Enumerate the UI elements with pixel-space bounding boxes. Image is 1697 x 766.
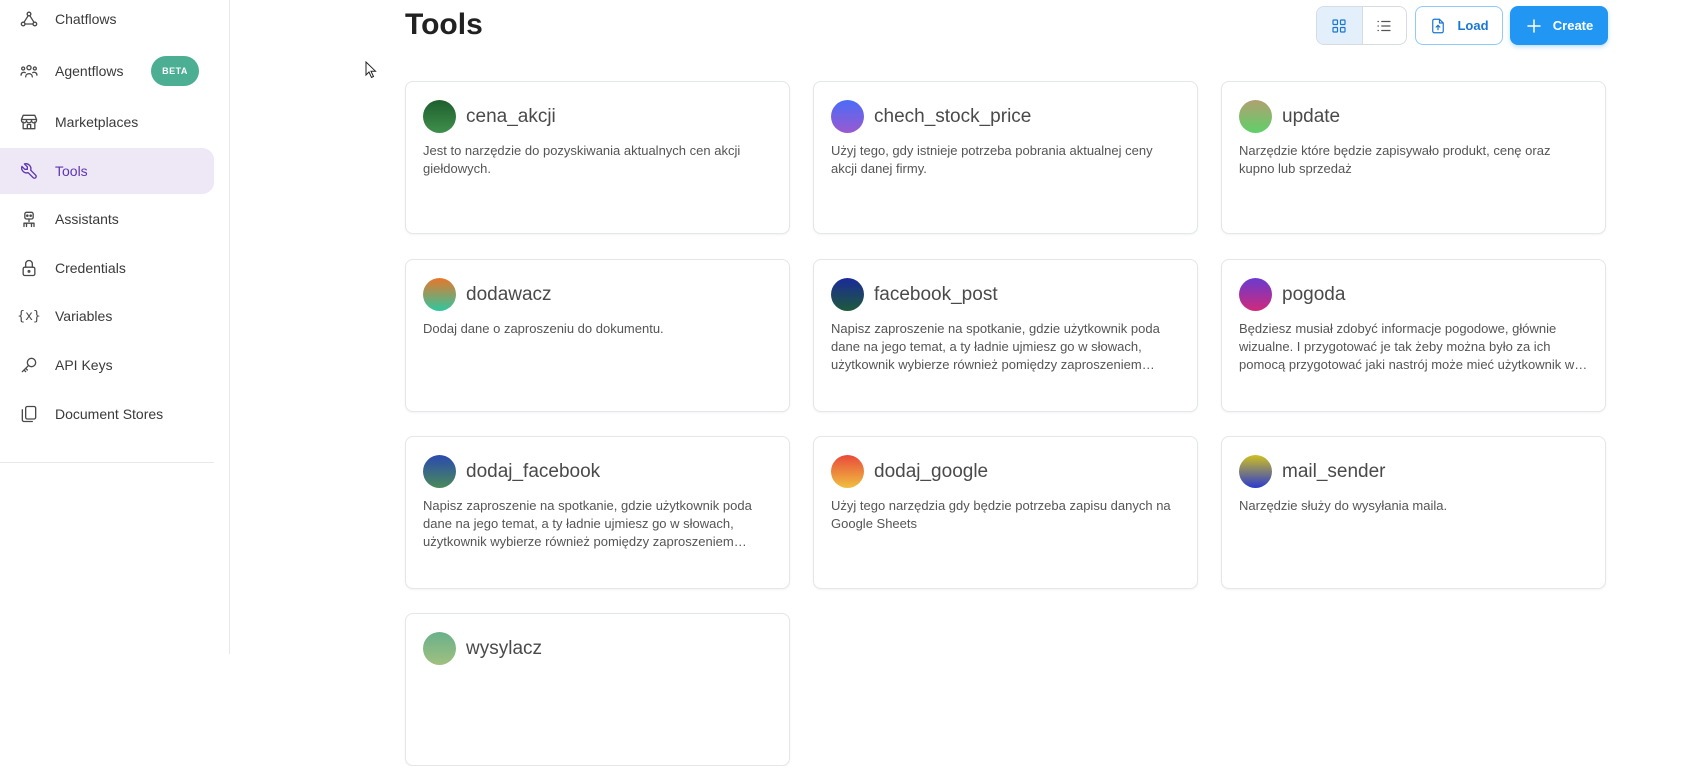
marketplace-icon bbox=[18, 111, 40, 133]
tool-description: Użyj tego, gdy istnieje potrzeba pobrani… bbox=[831, 143, 1153, 176]
sidebar-item-api-keys[interactable]: API Keys bbox=[0, 342, 214, 388]
tool-name: facebook_post bbox=[874, 283, 998, 305]
sidebar-item-variables[interactable]: {x} Variables bbox=[0, 293, 214, 339]
variables-icon: {x} bbox=[17, 308, 41, 324]
tool-name: chech_stock_price bbox=[874, 105, 1032, 127]
tool-avatar bbox=[831, 455, 864, 488]
grid-view-icon bbox=[1332, 18, 1346, 33]
chatflows-icon bbox=[18, 8, 40, 30]
mouse-cursor-icon bbox=[365, 61, 377, 79]
tool-card-cena-akcji[interactable]: cena_akcji Jest to narzędzie do pozyskiw… bbox=[405, 81, 790, 234]
sidebar-item-label: Agentflows bbox=[55, 63, 124, 79]
tool-name: wysylacz bbox=[466, 637, 543, 659]
tool-description: Jest to narzędzie do pozyskiwania aktual… bbox=[423, 143, 741, 176]
sidebar-item-label: Credentials bbox=[55, 260, 126, 276]
tool-card-dodawacz[interactable]: dodawacz Dodaj dane o zaproszeniu do dok… bbox=[405, 259, 790, 412]
sidebar-divider bbox=[0, 462, 214, 463]
sidebar-item-label: Chatflows bbox=[55, 11, 117, 27]
tool-name: dodaj_facebook bbox=[466, 460, 601, 482]
tool-description: Napisz zaproszenie na spotkanie, gdzie u… bbox=[831, 321, 1160, 372]
tool-card-facebook-post[interactable]: facebook_post Napisz zaproszenie na spot… bbox=[813, 259, 1198, 412]
tool-name: cena_akcji bbox=[466, 105, 556, 127]
sidebar-item-credentials[interactable]: Credentials bbox=[0, 245, 214, 291]
tool-card-wysylacz[interactable]: wysylacz bbox=[405, 613, 790, 766]
tool-description: Narzędzie służy do wysyłania maila. bbox=[1239, 498, 1448, 513]
tool-name: dodaj_google bbox=[874, 460, 989, 482]
view-toggle bbox=[1316, 6, 1407, 45]
sidebar-item-document-stores[interactable]: Document Stores bbox=[0, 391, 214, 437]
sidebar: Chatflows Agentflows BETA Marketplaces T… bbox=[0, 0, 230, 654]
tool-card-update[interactable]: update Narzędzie które będzie zapisywało… bbox=[1221, 81, 1606, 234]
tool-avatar bbox=[423, 278, 456, 311]
sidebar-item-label: Document Stores bbox=[55, 406, 164, 422]
tool-name: mail_sender bbox=[1282, 460, 1386, 482]
sidebar-item-assistants[interactable]: Assistants bbox=[0, 196, 214, 242]
sidebar-item-marketplaces[interactable]: Marketplaces bbox=[0, 99, 214, 145]
tools-icon bbox=[18, 160, 40, 182]
documents-icon bbox=[18, 403, 40, 425]
sidebar-item-label: API Keys bbox=[55, 357, 113, 373]
create-button[interactable]: Create bbox=[1510, 6, 1608, 45]
load-button[interactable]: Load bbox=[1415, 6, 1503, 45]
key-icon bbox=[18, 354, 40, 376]
list-view-icon bbox=[1377, 20, 1391, 31]
list-view-button[interactable] bbox=[1361, 7, 1407, 44]
tool-description: Będziesz musiał zdobyć informacje pogodo… bbox=[1239, 321, 1575, 372]
sidebar-item-label: Tools bbox=[55, 163, 88, 179]
tool-card-chech-stock-price[interactable]: chech_stock_price Użyj tego, gdy istniej… bbox=[813, 81, 1198, 234]
sidebar-item-label: Marketplaces bbox=[55, 114, 139, 130]
load-label: Load bbox=[1457, 18, 1489, 33]
tool-card-pogoda[interactable]: pogoda Będziesz musiał zdobyć informacje… bbox=[1221, 259, 1606, 412]
tool-card-dodaj-google[interactable]: dodaj_google Użyj tego narzędzia gdy będ… bbox=[813, 436, 1198, 589]
lock-icon bbox=[18, 257, 40, 279]
sidebar-item-chatflows[interactable]: Chatflows bbox=[0, 0, 214, 42]
tool-description: Narzędzie które będzie zapisywało produk… bbox=[1239, 143, 1551, 176]
tool-avatar bbox=[423, 455, 456, 488]
grid-view-button[interactable] bbox=[1317, 7, 1362, 44]
tool-avatar bbox=[1239, 455, 1272, 488]
agentflows-icon bbox=[18, 60, 40, 82]
tool-description: Dodaj dane o zaproszeniu do dokumentu. bbox=[423, 321, 664, 336]
tool-avatar bbox=[423, 100, 456, 133]
plus-icon bbox=[1527, 18, 1541, 33]
page-title: Tools bbox=[405, 8, 483, 41]
sidebar-item-tools[interactable]: Tools bbox=[0, 148, 214, 194]
assistants-icon bbox=[18, 208, 40, 230]
sidebar-item-label: Assistants bbox=[55, 211, 119, 227]
tool-avatar bbox=[1239, 100, 1272, 133]
tool-name: update bbox=[1282, 105, 1341, 127]
tool-description: Użyj tego narzędzia gdy będzie potrzeba … bbox=[831, 498, 1171, 531]
tool-avatar bbox=[1239, 278, 1272, 311]
beta-badge: BETA bbox=[151, 56, 199, 86]
sidebar-item-label: Variables bbox=[55, 308, 113, 324]
tool-description: Napisz zaproszenie na spotkanie, gdzie u… bbox=[423, 498, 752, 549]
tool-card-dodaj-facebook[interactable]: dodaj_facebook Napisz zaproszenie na spo… bbox=[405, 436, 790, 589]
tool-avatar bbox=[831, 100, 864, 133]
create-label: Create bbox=[1552, 18, 1594, 33]
tool-card-mail-sender[interactable]: mail_sender Narzędzie służy do wysyłania… bbox=[1221, 436, 1606, 589]
tool-name: dodawacz bbox=[466, 283, 552, 305]
tool-name: pogoda bbox=[1282, 283, 1346, 305]
tool-avatar bbox=[831, 278, 864, 311]
upload-file-icon bbox=[1432, 18, 1445, 33]
tool-avatar bbox=[423, 632, 456, 665]
